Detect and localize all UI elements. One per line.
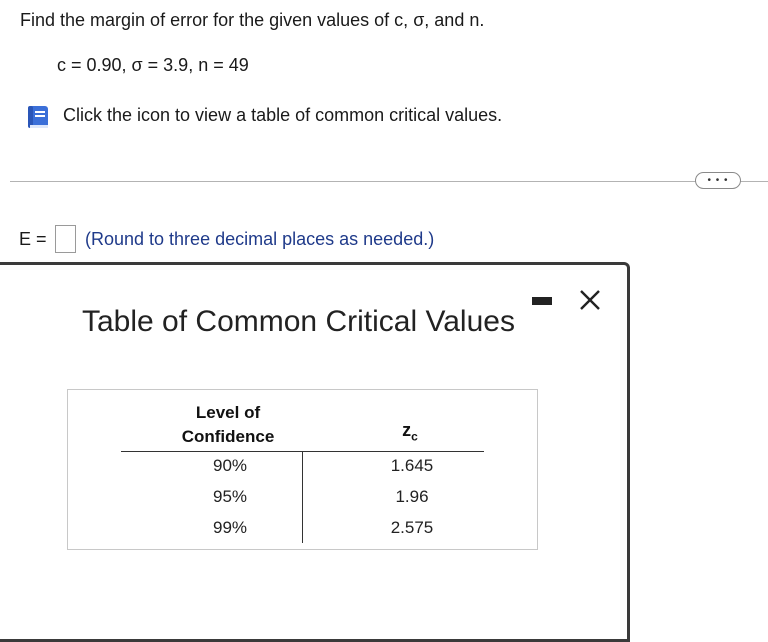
row-z-value: 1.96 [395,487,429,506]
close-button[interactable] [575,285,605,315]
header-level-of-confidence: Level of Confidence [181,403,275,446]
view-table-link[interactable]: Click the icon to view a table of common… [63,105,502,126]
dialog-title: Table of Common Critical Values [82,305,515,338]
close-icon [580,290,600,310]
minimize-button[interactable] [532,297,552,305]
row-confidence: 90% [212,456,248,475]
divider [10,181,768,182]
row-z-value: 2.575 [390,518,434,537]
row-z-value: 1.645 [390,456,434,475]
book-icon[interactable] [24,103,52,131]
header-z-c: zc [402,420,418,444]
more-options-button[interactable]: • • • [695,172,741,189]
row-confidence: 99% [212,518,248,537]
question-prompt: Find the margin of error for the given v… [20,10,485,30]
answer-label: E = [19,229,47,249]
rounding-note: (Round to three decimal places as needed… [85,229,435,249]
row-confidence: 95% [212,487,248,506]
table-column-rule [302,451,303,543]
margin-of-error-input[interactable] [55,225,76,253]
given-values: c = 0.90, σ = 3.9, n = 49 [57,55,249,75]
